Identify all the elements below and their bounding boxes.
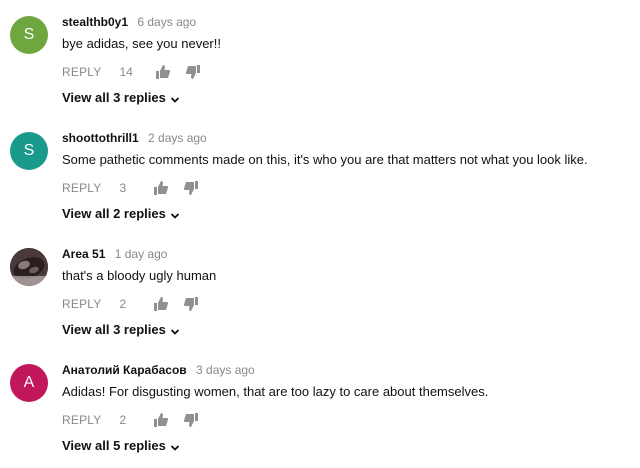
chevron-down-icon: [170, 441, 180, 451]
thumbs-down-icon[interactable]: [183, 296, 199, 312]
avatar-letter: S: [23, 26, 35, 43]
view-replies-button[interactable]: View all 2 replies: [62, 206, 180, 221]
comments-section: S stealthb0y1 6 days ago bye adidas, see…: [0, 0, 640, 468]
comment-actions: REPLY 2: [62, 295, 199, 313]
thumbs-up-icon[interactable]: [153, 296, 169, 312]
comment-time[interactable]: 3 days ago: [196, 363, 255, 377]
comment-actions: REPLY 3: [62, 179, 199, 197]
comment-time[interactable]: 2 days ago: [148, 131, 207, 145]
reply-button[interactable]: REPLY: [62, 413, 101, 427]
comment-text: Some pathetic comments made on this, it'…: [62, 152, 588, 167]
chevron-down-icon: [170, 209, 180, 219]
avatar[interactable]: S: [10, 132, 48, 170]
avatar[interactable]: S: [10, 16, 48, 54]
avatar-letter: S: [23, 142, 35, 159]
comment-header: Area 51 1 day ago: [62, 246, 167, 262]
view-replies-button[interactable]: View all 3 replies: [62, 322, 180, 337]
comment-text: Adidas! For disgusting women, that are t…: [62, 384, 489, 399]
reply-button[interactable]: REPLY: [62, 181, 101, 195]
view-replies-label: View all 3 replies: [62, 322, 166, 337]
thumbs-up-icon[interactable]: [155, 64, 171, 80]
view-replies-label: View all 2 replies: [62, 206, 166, 221]
view-replies-button[interactable]: View all 3 replies: [62, 90, 180, 105]
comment-item: S stealthb0y1 6 days ago bye adidas, see…: [0, 0, 640, 116]
comment-time[interactable]: 6 days ago: [137, 15, 196, 29]
chevron-down-icon: [170, 325, 180, 335]
comment-header: stealthb0y1 6 days ago: [62, 14, 196, 30]
thumbs-up-icon[interactable]: [153, 180, 169, 196]
chevron-down-icon: [170, 93, 180, 103]
author-name[interactable]: Анатолий Карабасов: [62, 363, 187, 377]
like-count: 14: [119, 65, 133, 79]
view-replies-label: View all 5 replies: [62, 438, 166, 453]
avatar[interactable]: [10, 248, 48, 286]
avatar-photo: [10, 248, 48, 286]
comment-actions: REPLY 14: [62, 63, 201, 81]
like-count: 2: [119, 297, 127, 311]
comment-time[interactable]: 1 day ago: [115, 247, 168, 261]
comment-item: Area 51 1 day ago that's a bloody ugly h…: [0, 232, 640, 348]
thumbs-down-icon[interactable]: [183, 412, 199, 428]
comment-actions: REPLY 2: [62, 411, 199, 429]
view-replies-label: View all 3 replies: [62, 90, 166, 105]
author-name[interactable]: stealthb0y1: [62, 15, 128, 29]
comment-item: А Анатолий Карабасов 3 days ago Adidas! …: [0, 348, 640, 464]
reply-button[interactable]: REPLY: [62, 65, 101, 79]
comment-header: shoottothrill1 2 days ago: [62, 130, 207, 146]
like-count: 3: [119, 181, 127, 195]
thumbs-down-icon[interactable]: [185, 64, 201, 80]
author-name[interactable]: shoottothrill1: [62, 131, 139, 145]
reply-button[interactable]: REPLY: [62, 297, 101, 311]
comment-item: S shoottothrill1 2 days ago Some patheti…: [0, 116, 640, 232]
comment-text: that's a bloody ugly human: [62, 268, 217, 283]
comment-header: Анатолий Карабасов 3 days ago: [62, 362, 255, 378]
author-name[interactable]: Area 51: [62, 247, 105, 261]
avatar-letter: А: [23, 374, 35, 391]
thumbs-down-icon[interactable]: [183, 180, 199, 196]
view-replies-button[interactable]: View all 5 replies: [62, 438, 180, 453]
thumbs-up-icon[interactable]: [153, 412, 169, 428]
comment-text: bye adidas, see you never!!: [62, 36, 221, 51]
like-count: 2: [119, 413, 127, 427]
avatar[interactable]: А: [10, 364, 48, 402]
